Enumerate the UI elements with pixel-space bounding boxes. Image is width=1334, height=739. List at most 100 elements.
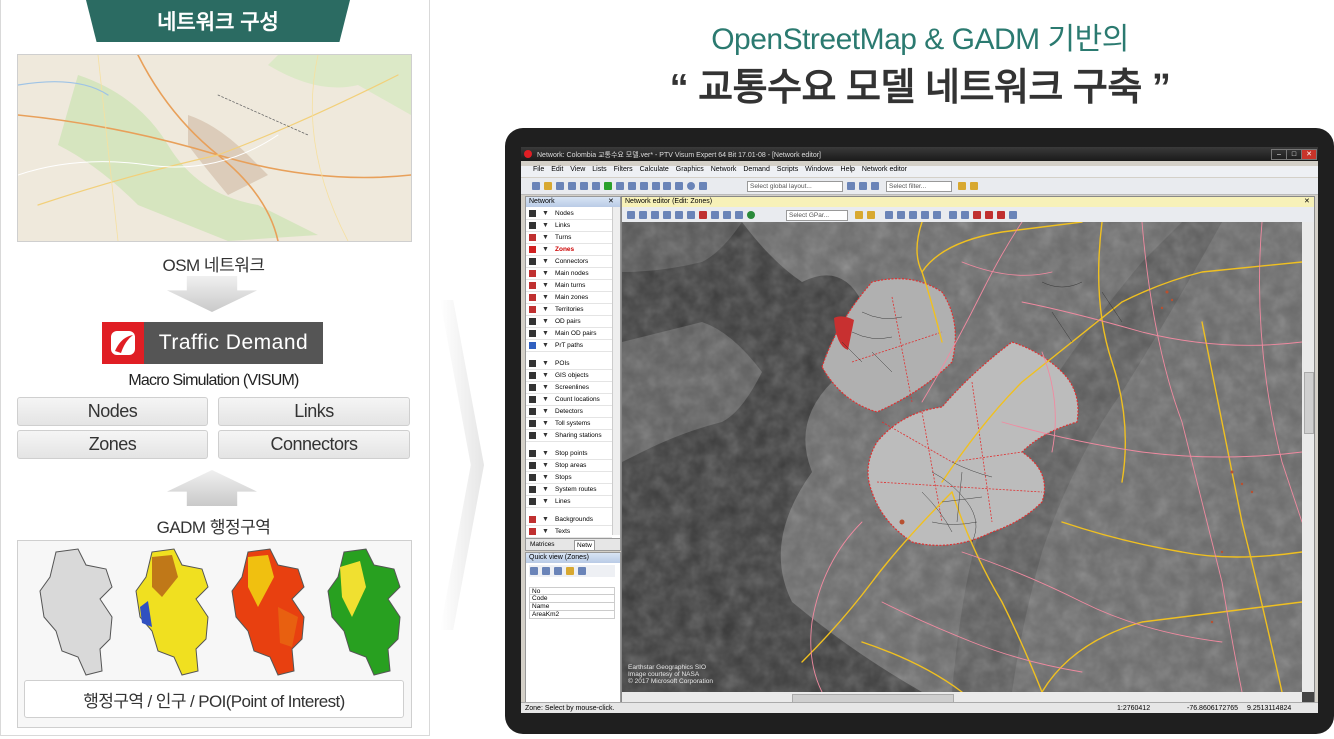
filter-select[interactable]: Select filter... bbox=[886, 181, 952, 192]
matrix-icon[interactable] bbox=[663, 182, 672, 190]
layout-window-icon[interactable] bbox=[847, 182, 855, 190]
filter-funnel-icon[interactable]: ▼ bbox=[542, 526, 549, 537]
layout-split-icon[interactable] bbox=[859, 182, 867, 190]
export-icon[interactable] bbox=[639, 182, 648, 190]
menu-graphics[interactable]: Graphics bbox=[676, 166, 704, 173]
zoom-full-icon[interactable] bbox=[933, 211, 941, 219]
spread-icon[interactable] bbox=[722, 211, 731, 219]
network-item-texts[interactable]: ▼ Texts bbox=[526, 526, 612, 538]
network-item-detectors[interactable]: ▼ Detectors bbox=[526, 406, 612, 418]
network-item-main-turns[interactable]: ▼ Main turns bbox=[526, 280, 612, 292]
filter-funnel-icon[interactable]: ▼ bbox=[542, 292, 549, 303]
redo-icon[interactable] bbox=[591, 182, 600, 190]
save-icon[interactable] bbox=[555, 182, 564, 190]
filter-funnel-icon[interactable]: ▼ bbox=[542, 280, 549, 291]
filter-funnel-icon[interactable]: ▼ bbox=[542, 268, 549, 279]
network-item-nodes[interactable]: ▼ Nodes bbox=[526, 208, 612, 220]
filter-funnel-icon[interactable]: ▼ bbox=[542, 220, 549, 231]
undo-icon[interactable] bbox=[579, 182, 588, 190]
vertical-scroll-thumb[interactable] bbox=[1304, 372, 1314, 434]
filter-funnel-icon[interactable]: ▼ bbox=[542, 358, 549, 369]
shortest-path-icon[interactable] bbox=[997, 211, 1005, 219]
network-item-sharing-stations[interactable]: ▼ Sharing stations bbox=[526, 430, 612, 442]
filter-funnel-icon[interactable]: ▼ bbox=[542, 232, 549, 243]
network-item-screenlines[interactable]: ▼ Screenlines bbox=[526, 382, 612, 394]
network-item-territories[interactable]: ▼ Territories bbox=[526, 304, 612, 316]
filter-funnel-icon[interactable]: ▼ bbox=[542, 394, 549, 405]
qv-filter-icon[interactable] bbox=[530, 567, 538, 575]
network-item-turns[interactable]: ▼ Turns bbox=[526, 232, 612, 244]
menu-scripts[interactable]: Scripts bbox=[777, 166, 798, 173]
filter-funnel-icon[interactable]: ▼ bbox=[542, 430, 549, 441]
zoom-window-icon[interactable] bbox=[650, 211, 659, 219]
legend-icon[interactable] bbox=[1009, 211, 1017, 219]
filter-funnel-icon[interactable]: ▼ bbox=[542, 340, 549, 351]
qv-edit-icon[interactable] bbox=[541, 567, 550, 575]
filter-funnel-icon[interactable]: ▼ bbox=[542, 256, 549, 267]
menu-edit[interactable]: Edit bbox=[551, 166, 563, 173]
menu-filters[interactable]: Filters bbox=[614, 166, 633, 173]
filter-funnel-icon[interactable]: ▼ bbox=[542, 472, 549, 483]
network-item-toll-systems[interactable]: ▼ Toll systems bbox=[526, 418, 612, 430]
graphic-params-icon[interactable] bbox=[615, 182, 624, 190]
node-tool-icon[interactable] bbox=[698, 211, 707, 219]
filter-funnel-icon[interactable]: ▼ bbox=[542, 316, 549, 327]
network-item-main-od-pairs[interactable]: ▼ Main OD pairs bbox=[526, 328, 612, 340]
graphic-params-select[interactable]: Select GPar... bbox=[786, 210, 848, 221]
zoom-next-icon[interactable] bbox=[921, 211, 929, 219]
gpar-open-icon[interactable] bbox=[855, 211, 863, 219]
pan-icon[interactable] bbox=[627, 211, 635, 219]
menu-view[interactable]: View bbox=[570, 166, 585, 173]
filter-funnel-icon[interactable]: ▼ bbox=[542, 370, 549, 381]
tab-matrices[interactable]: Matrices bbox=[528, 540, 557, 549]
save-all-icon[interactable] bbox=[567, 182, 576, 190]
select-icon[interactable] bbox=[638, 211, 647, 219]
table-icon[interactable] bbox=[674, 211, 683, 219]
filter-funnel-icon[interactable]: ▼ bbox=[542, 496, 549, 507]
map-vertical-scrollbar[interactable] bbox=[1302, 222, 1314, 692]
home-icon[interactable] bbox=[627, 182, 636, 190]
close-button[interactable]: ✕ bbox=[1301, 149, 1317, 160]
menu-help[interactable]: Help bbox=[841, 166, 855, 173]
filter-funnel-icon[interactable]: ▼ bbox=[542, 304, 549, 315]
filter-funnel-icon[interactable]: ▼ bbox=[542, 448, 549, 459]
zoom-out-icon[interactable] bbox=[897, 211, 905, 219]
network-item-gis-objects[interactable]: ▼ GIS objects bbox=[526, 370, 612, 382]
menu-calculate[interactable]: Calculate bbox=[640, 166, 669, 173]
colombia-network-map[interactable] bbox=[622, 222, 1302, 692]
network-item-main-nodes[interactable]: ▼ Main nodes bbox=[526, 268, 612, 280]
chart-icon[interactable] bbox=[675, 182, 684, 190]
zoom-in-icon[interactable] bbox=[885, 211, 893, 219]
binoculars-icon[interactable] bbox=[662, 211, 671, 219]
layout-columns-icon[interactable] bbox=[871, 182, 879, 190]
network-item-stops[interactable]: ▼ Stops bbox=[526, 472, 612, 484]
menu-network-editor[interactable]: Network editor bbox=[862, 166, 907, 173]
network-item-system-routes[interactable]: ▼ System routes bbox=[526, 484, 612, 496]
network-item-connectors[interactable]: ▼ Connectors bbox=[526, 256, 612, 268]
network-item-lines[interactable]: ▼ Lines bbox=[526, 496, 612, 508]
filter-funnel-icon[interactable]: ▼ bbox=[542, 382, 549, 393]
network-item-zones[interactable]: ▼ Zones bbox=[526, 244, 612, 256]
network-item-stop-areas[interactable]: ▼ Stop areas bbox=[526, 460, 612, 472]
globe-icon[interactable] bbox=[746, 211, 755, 219]
network-map-view[interactable]: Earthstar Geographics SIO Image courtesy… bbox=[622, 222, 1302, 692]
qv-list-icon[interactable] bbox=[553, 567, 562, 575]
list-icon[interactable] bbox=[651, 182, 660, 190]
maximize-button[interactable]: □ bbox=[1286, 149, 1302, 160]
network-item-main-zones[interactable]: ▼ Main zones bbox=[526, 292, 612, 304]
insert-icon[interactable] bbox=[686, 211, 695, 219]
zoom-prev-icon[interactable] bbox=[909, 211, 917, 219]
qv-save-icon[interactable] bbox=[577, 567, 586, 575]
filter-save-icon[interactable] bbox=[970, 182, 978, 190]
editor-close-icon[interactable]: ✕ bbox=[1304, 197, 1310, 207]
tab-network[interactable]: Netw bbox=[574, 540, 595, 551]
filter-folder-icon[interactable] bbox=[958, 182, 966, 190]
filter-funnel-icon[interactable]: ▼ bbox=[542, 406, 549, 417]
network-item-links[interactable]: ▼ Links bbox=[526, 220, 612, 232]
menu-demand[interactable]: Demand bbox=[743, 166, 769, 173]
gpar-save-icon[interactable] bbox=[867, 211, 875, 219]
network-item-count-locations[interactable]: ▼ Count locations bbox=[526, 394, 612, 406]
flow-bundle-icon[interactable] bbox=[973, 211, 981, 219]
global-layout-select[interactable]: Select global layout... bbox=[747, 181, 843, 192]
network-panel-scrollbar[interactable] bbox=[612, 207, 620, 535]
